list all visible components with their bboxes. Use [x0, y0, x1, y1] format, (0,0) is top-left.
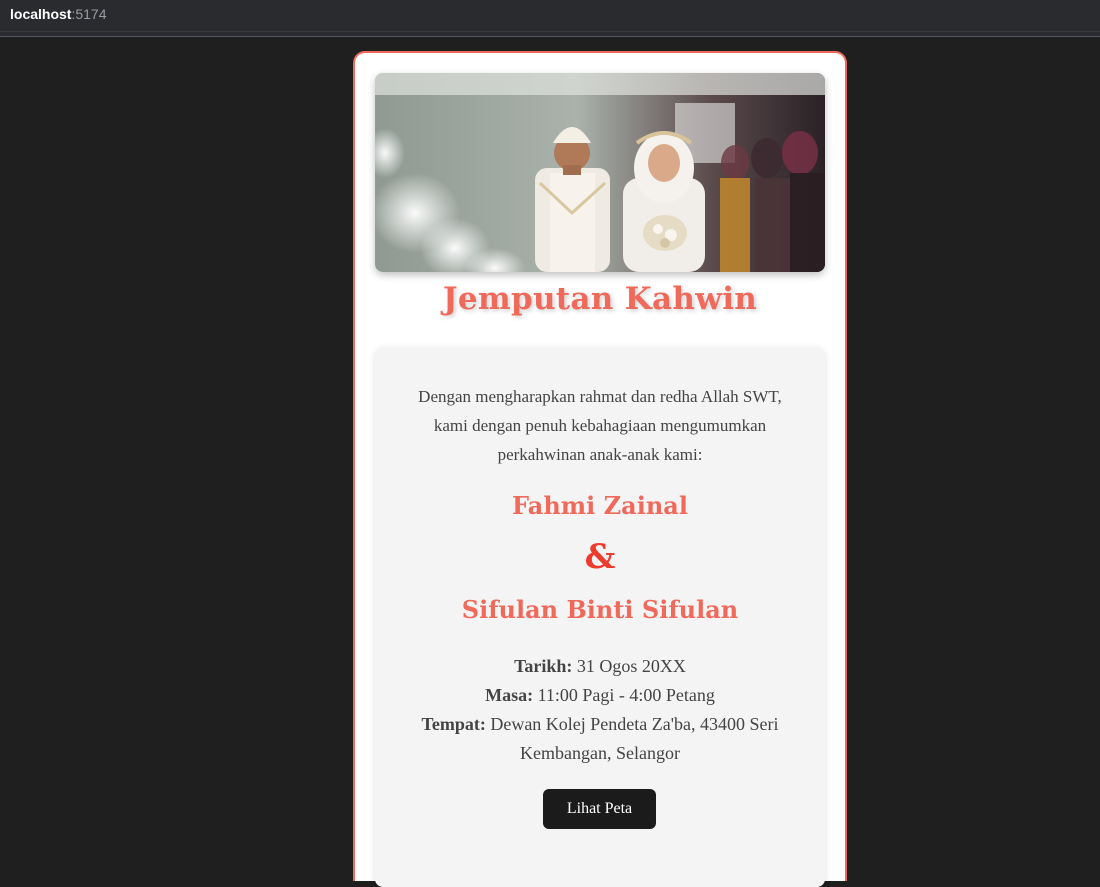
invitation-card: Jemputan Kahwin Dengan mengharapkan rahm… — [353, 51, 847, 887]
browser-address-bar[interactable]: localhost:5174 — [0, 0, 1100, 32]
time-row: Masa: 11:00 Pagi - 4:00 Petang — [395, 681, 805, 710]
wedding-photo — [375, 73, 825, 272]
date-value: 31 Ogos 20XX — [572, 656, 686, 676]
ampersand: & — [584, 537, 616, 577]
url-port: :5174 — [71, 6, 107, 22]
url-host: localhost — [10, 6, 72, 22]
date-row: Tarikh: 31 Ogos 20XX — [395, 652, 805, 681]
invitation-details-panel: Dengan mengharapkan rahmat dan redha All… — [375, 347, 825, 887]
url-text[interactable]: localhost:5174 — [10, 6, 107, 22]
date-label: Tarikh: — [514, 656, 573, 676]
event-details: Tarikh: 31 Ogos 20XX Masa: 11:00 Pagi - … — [395, 652, 805, 768]
browser-toolbar-divider — [0, 32, 1100, 37]
venue-label: Tempat: — [421, 714, 486, 734]
venue-row: Tempat: Dewan Kolej Pendeta Za'ba, 43400… — [395, 710, 805, 768]
groom-name: Fahmi Zainal — [512, 491, 688, 520]
page-title: Jemputan Kahwin — [442, 281, 758, 317]
intro-text: Dengan mengharapkan rahmat dan redha All… — [418, 387, 782, 464]
bride-name: Sifulan Binti Sifulan — [461, 595, 739, 624]
time-value: 11:00 Pagi - 4:00 Petang — [533, 685, 715, 705]
wedding-photo-illustration — [375, 73, 825, 272]
time-label: Masa: — [485, 685, 534, 705]
venue-value: Dewan Kolej Pendeta Za'ba, 43400 Seri Ke… — [485, 714, 779, 763]
view-map-button[interactable]: Lihat Peta — [543, 789, 656, 829]
page-viewport: Jemputan Kahwin Dengan mengharapkan rahm… — [0, 38, 1100, 887]
